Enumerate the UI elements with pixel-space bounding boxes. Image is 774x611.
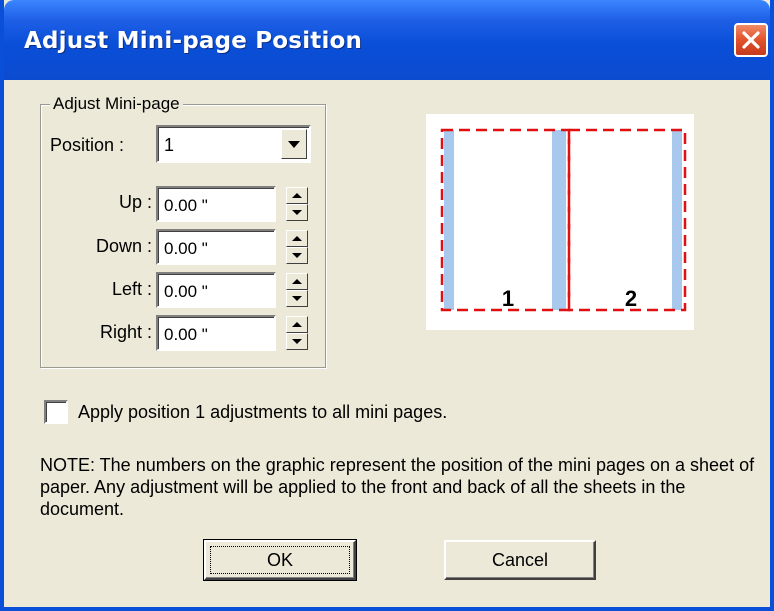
position-dropdown[interactable]: 1 [156,125,311,163]
cancel-button-label: Cancel [491,550,549,570]
apply-all-checkbox-label[interactable]: Apply position 1 adjustments to all mini… [78,402,447,423]
right-spinner[interactable] [286,316,308,350]
apply-all-checkbox[interactable] [44,400,68,424]
spin-up-icon [292,193,302,198]
right-page-right-margin [672,130,682,310]
close-icon [742,31,760,49]
right-spin-up-button[interactable] [286,316,308,333]
up-spin-up-button[interactable] [286,187,308,204]
position-value: 1 [164,135,175,155]
focus-rectangle [210,546,350,574]
spin-down-icon [292,339,302,344]
right-label: Right : [99,322,152,342]
ok-button[interactable]: OK [203,539,357,581]
cancel-button[interactable]: Cancel [444,540,596,580]
down-spinner[interactable] [286,230,308,264]
up-spin-down-button[interactable] [286,204,308,221]
up-label: Up : [118,192,152,212]
title-bar[interactable]: Adjust Mini-page Position [4,0,770,80]
down-value: 0.00 " [164,239,208,258]
spin-down-icon [292,253,302,258]
left-spinner[interactable] [286,273,308,307]
right-value: 0.00 " [164,325,208,344]
note-text: NOTE: The numbers on the graphic represe… [40,455,755,519]
dropdown-arrow-button[interactable] [281,129,307,159]
spin-up-icon [292,236,302,241]
group-title: Adjust Mini-page [50,94,183,114]
mini-page-2-number: 2 [625,286,637,311]
mini-page-2-outline [567,128,687,312]
mini-page-preview-graphic: 1 2 [440,128,687,312]
down-label: Down : [95,236,152,256]
left-spin-down-button[interactable] [286,290,308,307]
down-spin-up-button[interactable] [286,230,308,247]
up-spinner[interactable] [286,187,308,221]
left-spin-up-button[interactable] [286,273,308,290]
mini-page-1-number: 1 [502,286,514,311]
left-value: 0.00 " [164,282,208,301]
spin-down-icon [292,210,302,215]
mini-page-1-outline [440,128,571,312]
position-label: Position : [50,135,125,155]
right-input[interactable]: 0.00 " [156,315,276,351]
mini-page-preview: 1 2 [426,114,694,330]
dialog-title: Adjust Mini-page Position [24,28,363,54]
chevron-down-icon [288,141,300,148]
down-spin-down-button[interactable] [286,247,308,264]
down-input[interactable]: 0.00 " [156,229,276,265]
up-input[interactable]: 0.00 " [156,186,276,222]
left-page-right-margin [552,130,566,310]
left-page-left-margin [444,130,454,310]
spin-up-icon [292,322,302,327]
up-value: 0.00 " [164,196,208,215]
spin-up-icon [292,279,302,284]
left-input[interactable]: 0.00 " [156,272,276,308]
spin-down-icon [292,296,302,301]
left-label: Left : [111,279,152,299]
dialog-window: Adjust Mini-page Position Adjust Mini-pa… [0,0,774,611]
right-spin-down-button[interactable] [286,333,308,350]
close-button[interactable] [734,23,768,57]
